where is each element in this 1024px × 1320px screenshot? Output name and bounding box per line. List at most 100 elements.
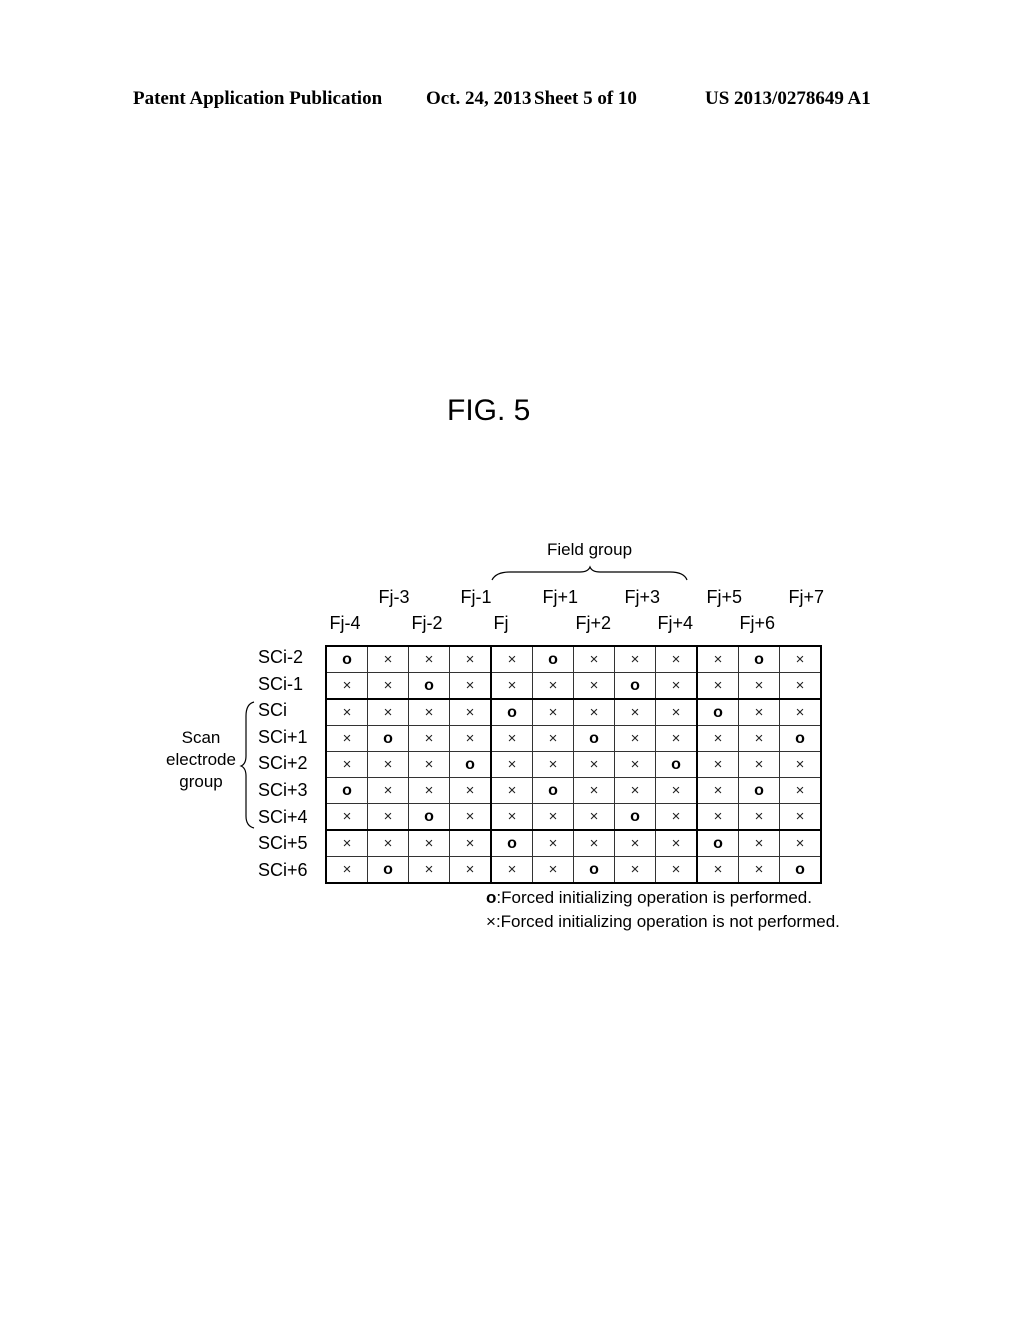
- cell-not-performed: ×: [779, 645, 822, 673]
- cell-not-performed: ×: [367, 777, 409, 804]
- cell-not-performed: ×: [325, 856, 368, 884]
- cell-not-performed: ×: [655, 829, 698, 857]
- cell-not-performed: ×: [614, 777, 656, 804]
- cell-not-performed: ×: [532, 856, 574, 884]
- row-label: SCi+2: [258, 753, 308, 774]
- cell-not-performed: ×: [367, 829, 409, 857]
- cell-not-performed: ×: [449, 672, 492, 700]
- cell-not-performed: ×: [655, 672, 698, 700]
- column-label: Fj-4: [329, 613, 361, 633]
- table-row: o × × × × o × × × × o ×: [325, 777, 822, 804]
- row-label: SCi+1: [258, 726, 308, 747]
- cell-not-performed: ×: [655, 856, 698, 884]
- cell-not-performed: ×: [614, 725, 656, 752]
- cell-not-performed: ×: [696, 751, 739, 778]
- cell-performed: o: [408, 803, 450, 831]
- cell-performed: o: [696, 698, 739, 726]
- cell-not-performed: ×: [779, 777, 822, 804]
- publication-date: Oct. 24, 2013: [426, 88, 532, 109]
- cell-not-performed: ×: [367, 803, 409, 831]
- cell-not-performed: ×: [573, 645, 615, 673]
- column-label: Fj-2: [411, 613, 443, 633]
- cell-not-performed: ×: [655, 645, 698, 673]
- column-label: Fj: [493, 613, 509, 633]
- cell-not-performed: ×: [490, 803, 533, 831]
- legend-performed: o:Forced initializing operation is perfo…: [486, 888, 812, 908]
- cell-performed: o: [614, 803, 656, 831]
- table-row: × × × × o × × × × o × ×: [325, 698, 822, 726]
- cell-not-performed: ×: [655, 777, 698, 804]
- cell-not-performed: ×: [449, 856, 492, 884]
- cell-performed: o: [325, 777, 368, 804]
- cell-performed: o: [532, 777, 574, 804]
- patent-number: US 2013/0278649 A1: [705, 88, 871, 109]
- cell-not-performed: ×: [325, 803, 368, 831]
- cell-not-performed: ×: [696, 725, 739, 752]
- column-label: Fj+6: [739, 613, 776, 633]
- scan-label-line-3: group: [179, 772, 223, 791]
- cell-performed: o: [779, 856, 822, 884]
- cell-not-performed: ×: [490, 751, 533, 778]
- cell-not-performed: ×: [573, 777, 615, 804]
- cell-not-performed: ×: [614, 645, 656, 673]
- table-row: o × × × × o × × × × o ×: [325, 645, 822, 673]
- cell-not-performed: ×: [408, 725, 450, 752]
- cell-not-performed: ×: [614, 829, 656, 857]
- cell-not-performed: ×: [532, 829, 574, 857]
- cell-not-performed: ×: [490, 672, 533, 700]
- cell-not-performed: ×: [408, 829, 450, 857]
- cell-performed: o: [614, 672, 656, 700]
- cell-performed: o: [573, 725, 615, 752]
- cell-not-performed: ×: [738, 725, 780, 752]
- cell-not-performed: ×: [532, 698, 574, 726]
- cell-not-performed: ×: [573, 672, 615, 700]
- cell-not-performed: ×: [779, 803, 822, 831]
- row-label: SCi+4: [258, 806, 308, 827]
- cell-not-performed: ×: [779, 751, 822, 778]
- cell-not-performed: ×: [573, 803, 615, 831]
- cell-performed: o: [490, 698, 533, 726]
- cell-not-performed: ×: [655, 698, 698, 726]
- cell-not-performed: ×: [449, 698, 492, 726]
- cell-not-performed: ×: [738, 803, 780, 831]
- cell-not-performed: ×: [614, 751, 656, 778]
- cell-not-performed: ×: [779, 829, 822, 857]
- column-label: Fj+2: [575, 613, 612, 633]
- table-row: × × × × o × × × × o × ×: [325, 829, 822, 857]
- cell-not-performed: ×: [532, 672, 574, 700]
- cell-not-performed: ×: [696, 672, 739, 700]
- cell-performed: o: [573, 856, 615, 884]
- cell-not-performed: ×: [325, 698, 368, 726]
- cell-not-performed: ×: [325, 829, 368, 857]
- cell-performed: o: [408, 672, 450, 700]
- cell-not-performed: ×: [532, 725, 574, 752]
- cell-not-performed: ×: [408, 856, 450, 884]
- legend-not-performed: ×:Forced initializing operation is not p…: [486, 912, 840, 932]
- cell-performed: o: [738, 777, 780, 804]
- cell-not-performed: ×: [449, 645, 492, 673]
- cell-not-performed: ×: [449, 725, 492, 752]
- publication-label: Patent Application Publication: [133, 88, 383, 109]
- cell-not-performed: ×: [490, 777, 533, 804]
- cell-performed: o: [449, 751, 492, 778]
- cell-performed: o: [325, 645, 368, 673]
- cell-not-performed: ×: [696, 777, 739, 804]
- cell-not-performed: ×: [325, 672, 368, 700]
- cell-performed: o: [696, 829, 739, 857]
- legend-symbol-o: o: [486, 888, 497, 907]
- table-row: × × × o × × × × o × × ×: [325, 751, 822, 778]
- column-label: Fj-1: [460, 587, 492, 607]
- cell-not-performed: ×: [367, 645, 409, 673]
- row-label: SCi: [258, 700, 288, 721]
- cell-not-performed: ×: [449, 777, 492, 804]
- cell-not-performed: ×: [738, 829, 780, 857]
- cell-not-performed: ×: [738, 856, 780, 884]
- row-label: SCi+6: [258, 859, 308, 880]
- cell-not-performed: ×: [614, 856, 656, 884]
- cell-not-performed: ×: [696, 803, 739, 831]
- cell-not-performed: ×: [367, 751, 409, 778]
- cell-not-performed: ×: [325, 751, 368, 778]
- cell-not-performed: ×: [325, 725, 368, 752]
- cell-not-performed: ×: [696, 856, 739, 884]
- cell-not-performed: ×: [738, 672, 780, 700]
